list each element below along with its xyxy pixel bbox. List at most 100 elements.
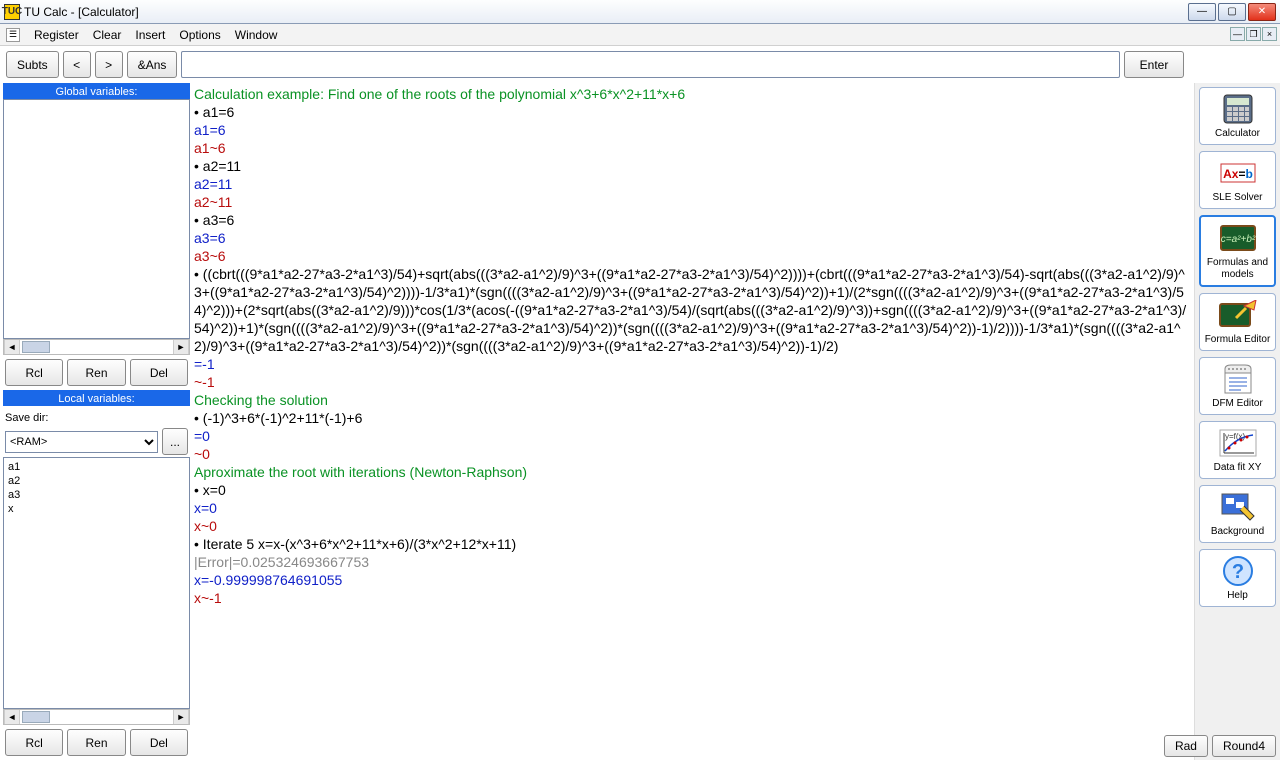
menu-options[interactable]: Options	[179, 28, 220, 42]
scroll-thumb[interactable]	[22, 341, 50, 353]
list-item[interactable]: a1	[8, 460, 185, 474]
list-item[interactable]: a3	[8, 488, 185, 502]
enter-button[interactable]: Enter	[1124, 51, 1184, 78]
output-line: x=0	[194, 499, 1190, 517]
save-dir-label: Save dir:	[3, 406, 190, 426]
menu-insert[interactable]: Insert	[135, 28, 165, 42]
output-line: • Iterate 5 x=x-(x^3+6*x^2+11*x+6)/(3*x^…	[194, 535, 1190, 553]
output-line: Checking the solution	[194, 391, 1190, 409]
close-button[interactable]: ✕	[1248, 3, 1276, 21]
local-rcl-button[interactable]: Rcl	[5, 729, 63, 756]
menu-register[interactable]: Register	[34, 28, 79, 42]
subts-button[interactable]: Subts	[6, 51, 59, 78]
local-scroll[interactable]: ◄ ►	[3, 709, 190, 725]
output-line: a2~11	[194, 193, 1190, 211]
output-line: • a3=6	[194, 211, 1190, 229]
app-menu-icon[interactable]: ☰	[6, 28, 20, 42]
scroll-left-icon[interactable]: ◄	[4, 710, 20, 724]
output-line: =-1	[194, 355, 1190, 373]
output-line: |Error|=0.025324693667753	[194, 553, 1190, 571]
output-line: x~-1	[194, 589, 1190, 607]
datafit-icon: y=f(x)	[1218, 426, 1258, 460]
output-line: • a2=11	[194, 157, 1190, 175]
right-tool-panel: Calculator Ax=b SLE Solver c=a²+b² Formu…	[1194, 83, 1280, 760]
scroll-right-icon[interactable]: ►	[173, 710, 189, 724]
formula-editor-icon	[1218, 298, 1258, 332]
tool-sle-solver[interactable]: Ax=b SLE Solver	[1199, 151, 1276, 209]
global-vars-list[interactable]	[3, 99, 190, 339]
angle-mode-button[interactable]: Rad	[1164, 735, 1208, 757]
output-line: =0	[194, 427, 1190, 445]
dfm-icon	[1218, 362, 1258, 396]
list-item[interactable]: x	[8, 502, 185, 516]
output-line: a1~6	[194, 139, 1190, 157]
left-sidebar: Global variables: ◄ ► Rcl Ren Del Local …	[0, 83, 190, 760]
output-line: x=-0.999998764691055	[194, 571, 1190, 589]
ans-button[interactable]: &Ans	[127, 51, 178, 78]
svg-text:Ax=b: Ax=b	[1223, 167, 1253, 181]
tool-label: Calculator	[1215, 128, 1260, 140]
expression-input[interactable]	[181, 51, 1120, 78]
next-button[interactable]: >	[95, 51, 123, 78]
local-ren-button[interactable]: Ren	[67, 729, 125, 756]
output-line: a1=6	[194, 121, 1190, 139]
round-mode-button[interactable]: Round4	[1212, 735, 1276, 757]
browse-button[interactable]: ...	[162, 428, 188, 455]
scroll-thumb[interactable]	[22, 711, 50, 723]
menu-window[interactable]: Window	[235, 28, 278, 42]
output-line: x~0	[194, 517, 1190, 535]
output-line: • a1=6	[194, 103, 1190, 121]
tool-label: SLE Solver	[1212, 192, 1262, 204]
global-vars-header: Global variables:	[3, 83, 190, 99]
global-rcl-button[interactable]: Rcl	[5, 359, 63, 386]
tool-calculator[interactable]: Calculator	[1199, 87, 1276, 145]
tool-label: Help	[1227, 590, 1248, 602]
local-vars-list[interactable]: a1 a2 a3 x	[3, 457, 190, 709]
mdi-minimize-button[interactable]: —	[1230, 27, 1245, 41]
window-title: TU Calc - [Calculator]	[24, 5, 1188, 19]
tool-label: Background	[1211, 526, 1264, 538]
tool-dfm-editor[interactable]: DFM Editor	[1199, 357, 1276, 415]
output-area[interactable]: Calculation example: Find one of the roo…	[190, 83, 1194, 760]
tool-formula-editor[interactable]: Formula Editor	[1199, 293, 1276, 351]
output-line: a3~6	[194, 247, 1190, 265]
mdi-restore-button[interactable]: ❐	[1246, 27, 1261, 41]
global-del-button[interactable]: Del	[130, 359, 188, 386]
minimize-button[interactable]: —	[1188, 3, 1216, 21]
scroll-left-icon[interactable]: ◄	[4, 340, 20, 354]
save-dir-select[interactable]: <RAM>	[5, 431, 158, 453]
global-ren-button[interactable]: Ren	[67, 359, 125, 386]
toolbar: Subts < > &Ans Enter	[0, 46, 1280, 83]
help-icon: ?	[1218, 554, 1258, 588]
tool-formulas-models[interactable]: c=a²+b² Formulas and models	[1199, 215, 1276, 287]
tool-label: Formulas and models	[1203, 257, 1272, 281]
output-line: • (-1)^3+6*(-1)^2+11*(-1)+6	[194, 409, 1190, 427]
tool-help[interactable]: ? Help	[1199, 549, 1276, 607]
menu-clear[interactable]: Clear	[93, 28, 122, 42]
background-icon	[1218, 490, 1258, 524]
output-line: a2=11	[194, 175, 1190, 193]
calculator-icon	[1218, 92, 1258, 126]
svg-text:c=a²+b²: c=a²+b²	[1220, 234, 1255, 245]
scroll-right-icon[interactable]: ►	[173, 340, 189, 354]
local-del-button[interactable]: Del	[130, 729, 188, 756]
tool-label: Data fit XY	[1214, 462, 1262, 474]
tool-data-fit[interactable]: y=f(x) Data fit XY	[1199, 421, 1276, 479]
svg-text:?: ?	[1231, 561, 1243, 583]
tool-background[interactable]: Background	[1199, 485, 1276, 543]
prev-button[interactable]: <	[63, 51, 91, 78]
list-item[interactable]: a2	[8, 474, 185, 488]
formulas-icon: c=a²+b²	[1218, 221, 1258, 255]
global-scroll[interactable]: ◄ ►	[3, 339, 190, 355]
app-icon: TUC	[4, 4, 20, 20]
maximize-button[interactable]: ▢	[1218, 3, 1246, 21]
svg-text:y=f(x): y=f(x)	[1225, 432, 1246, 441]
tool-label: Formula Editor	[1205, 334, 1271, 346]
output-line: ~0	[194, 445, 1190, 463]
output-line: • x=0	[194, 481, 1190, 499]
mdi-close-button[interactable]: ×	[1262, 27, 1277, 41]
output-line: • ((cbrt(((9*a1*a2-27*a3-2*a1^3)/54)+sqr…	[194, 265, 1190, 355]
output-line: a3=6	[194, 229, 1190, 247]
output-line: Aproximate the root with iterations (New…	[194, 463, 1190, 481]
output-line: Calculation example: Find one of the roo…	[194, 85, 1190, 103]
